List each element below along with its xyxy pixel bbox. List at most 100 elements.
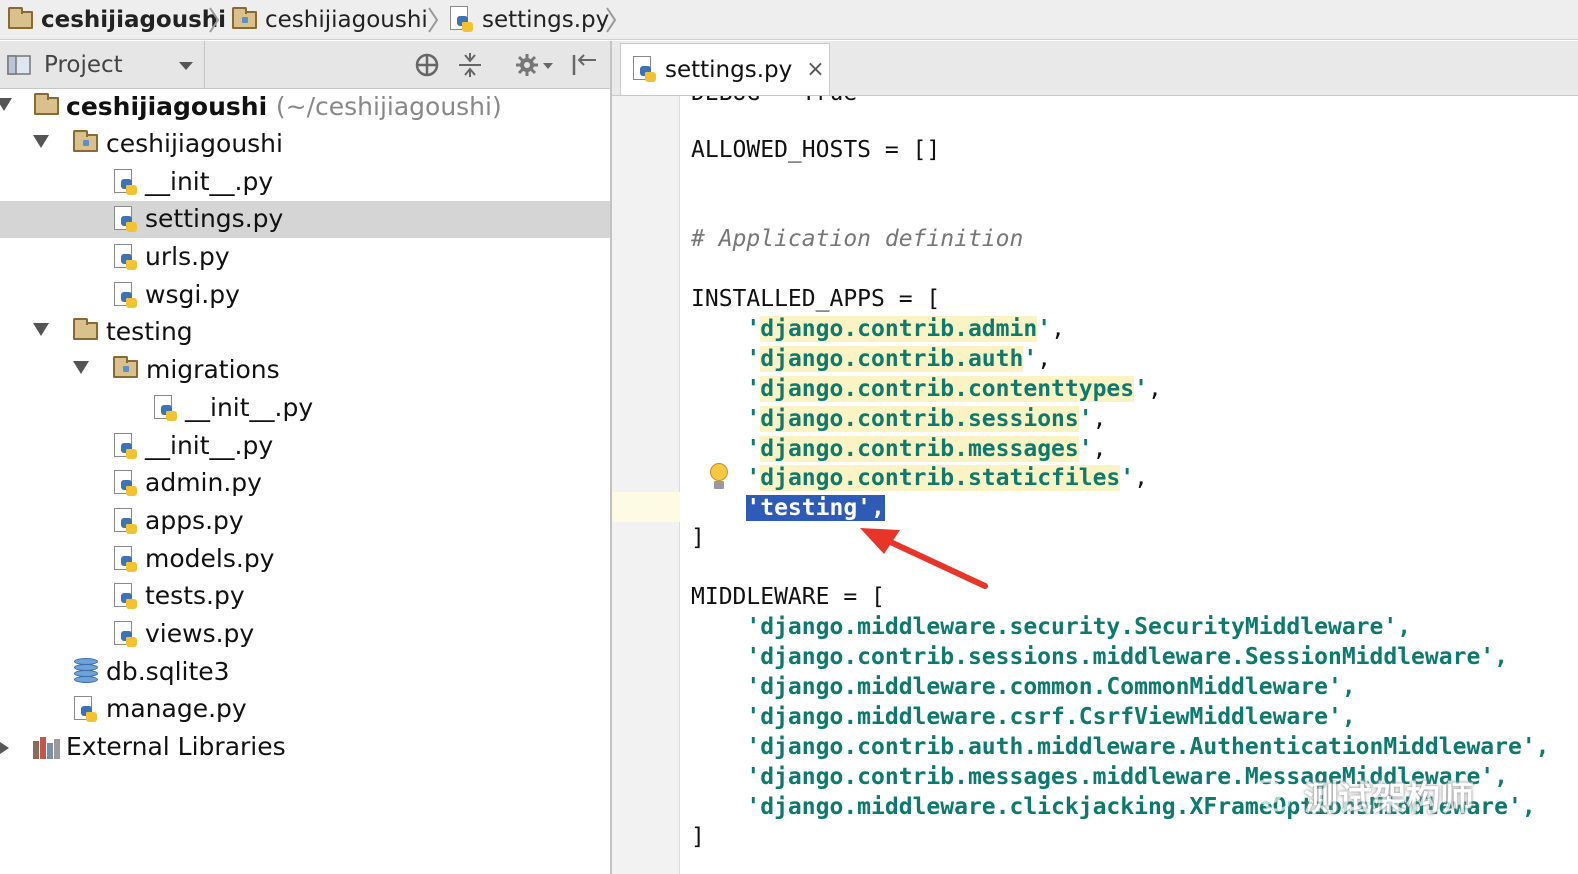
tree-item-file[interactable]: tests.py bbox=[0, 578, 610, 615]
code-line: 'django.contrib.contenttypes', bbox=[746, 376, 1162, 402]
code-line: INSTALLED_APPS = [ bbox=[691, 286, 941, 312]
breadcrumb-item-package[interactable]: ceshijiagoushi bbox=[232, 0, 428, 40]
folder-icon bbox=[34, 93, 59, 115]
close-icon[interactable]: × bbox=[806, 57, 824, 82]
watermark-text: 测试架构师 bbox=[1304, 778, 1474, 819]
expand-arrow-icon[interactable] bbox=[33, 135, 49, 148]
code-line: 'django.middleware.common.CommonMiddlewa… bbox=[746, 674, 1356, 700]
tree-root-label: ceshijiagoushi (~/ceshijiagoushi) bbox=[66, 92, 502, 121]
project-tree: ceshijiagoushi (~/ceshijiagoushi) ceshij… bbox=[0, 89, 610, 874]
tree-item-file[interactable]: __init__.py bbox=[0, 390, 610, 427]
tree-item-file[interactable]: apps.py bbox=[0, 503, 610, 540]
breadcrumb-item-file[interactable]: settings.py bbox=[450, 0, 609, 40]
tree-item-label: urls.py bbox=[145, 242, 230, 271]
code-line: 'django.contrib.auth.middleware.Authenti… bbox=[746, 734, 1550, 760]
python-file-icon bbox=[114, 583, 138, 611]
code-line: ALLOWED_HOSTS = [] bbox=[691, 137, 941, 163]
python-file-icon bbox=[114, 206, 138, 234]
tree-item-label: ceshijiagoushi bbox=[106, 129, 283, 158]
libraries-icon bbox=[33, 737, 61, 759]
tree-item-file[interactable]: manage.py bbox=[0, 691, 610, 728]
tab-label: settings.py bbox=[665, 56, 793, 83]
tree-item-label: settings.py bbox=[145, 204, 284, 233]
wechat-logo-icon bbox=[1251, 779, 1291, 812]
tree-item-label: apps.py bbox=[145, 506, 244, 535]
tree-item-label: tests.py bbox=[145, 581, 245, 610]
code-line: ] bbox=[691, 824, 705, 850]
tree-item-label: External Libraries bbox=[66, 732, 286, 761]
tree-item-label: __init__.py bbox=[145, 431, 274, 460]
tree-item-file[interactable]: wsgi.py bbox=[0, 277, 610, 314]
code-line: 'django.contrib.auth', bbox=[746, 346, 1052, 372]
python-file-icon bbox=[114, 433, 138, 461]
code-line: 'django.middleware.security.SecurityMidd… bbox=[746, 614, 1412, 640]
tree-item-file[interactable]: views.py bbox=[0, 616, 610, 653]
tree-item-label: testing bbox=[106, 317, 193, 346]
hide-panel-icon[interactable] bbox=[570, 51, 598, 79]
tree-item-label: wsgi.py bbox=[145, 280, 240, 309]
python-file-icon bbox=[74, 696, 98, 724]
tree-item-file[interactable]: __init__.py bbox=[0, 164, 610, 201]
tree-item-folder[interactable]: migrations bbox=[0, 352, 610, 389]
package-folder-icon bbox=[73, 130, 98, 152]
code-line: DEBUG = True bbox=[691, 96, 857, 108]
tree-item-file[interactable]: __init__.py bbox=[0, 428, 610, 465]
code-line: 'django.middleware.csrf.CsrfViewMiddlewa… bbox=[746, 704, 1356, 730]
editor-gutter bbox=[612, 96, 680, 874]
gear-icon[interactable] bbox=[513, 51, 557, 79]
tree-item-label: manage.py bbox=[106, 694, 247, 723]
tree-item-label: db.sqlite3 bbox=[106, 657, 230, 686]
python-file-icon bbox=[154, 395, 178, 423]
collapse-all-icon[interactable] bbox=[456, 51, 484, 79]
tab-settings-py[interactable]: settings.py × bbox=[620, 43, 830, 95]
tree-item-folder[interactable]: ceshijiagoushi bbox=[0, 126, 610, 163]
folder-icon bbox=[73, 318, 98, 340]
chevron-right-icon bbox=[606, 7, 617, 33]
code-line: 'django.contrib.messages', bbox=[746, 436, 1107, 462]
tree-item-file[interactable]: admin.py bbox=[0, 465, 610, 502]
expand-arrow-icon[interactable] bbox=[0, 740, 9, 756]
expand-arrow-icon[interactable] bbox=[73, 361, 89, 374]
package-folder-icon bbox=[113, 356, 138, 378]
code-editor[interactable]: DEBUG = True ALLOWED_HOSTS = [] # Applic… bbox=[680, 96, 1578, 874]
python-file-icon bbox=[114, 546, 138, 574]
tree-root-path: (~/ceshijiagoushi) bbox=[275, 92, 502, 121]
tree-item-label: __init__.py bbox=[145, 167, 274, 196]
tree-item-label: migrations bbox=[146, 355, 280, 384]
tree-item-label: __init__.py bbox=[185, 393, 314, 422]
code-line: 'django.contrib.staticfiles', bbox=[746, 465, 1148, 491]
tree-item-file[interactable]: urls.py bbox=[0, 239, 610, 276]
locate-icon[interactable] bbox=[413, 51, 441, 79]
chevron-right-icon bbox=[209, 7, 220, 33]
code-line-selected: 'testing', bbox=[691, 493, 885, 523]
tree-item-file[interactable]: db.sqlite3 bbox=[0, 654, 610, 691]
code-line: 'django.contrib.sessions', bbox=[746, 406, 1107, 432]
project-panel-toolbar: Project bbox=[0, 41, 610, 89]
expand-arrow-icon[interactable] bbox=[0, 98, 12, 111]
code-line: 'django.contrib.sessions.middleware.Sess… bbox=[746, 644, 1508, 670]
tree-item-label: admin.py bbox=[145, 468, 262, 497]
python-file-icon bbox=[114, 169, 138, 197]
chevron-right-icon bbox=[428, 7, 439, 33]
project-view-selector[interactable]: Project bbox=[0, 41, 205, 88]
expand-arrow-icon[interactable] bbox=[33, 323, 49, 336]
code-line: 'django.contrib.admin', bbox=[746, 316, 1065, 342]
python-file-icon bbox=[114, 244, 138, 272]
python-file-icon bbox=[114, 508, 138, 536]
lightbulb-icon[interactable] bbox=[708, 462, 730, 492]
tree-item-external-libraries[interactable]: External Libraries bbox=[0, 729, 610, 766]
tree-item-root[interactable]: ceshijiagoushi (~/ceshijiagoushi) bbox=[0, 89, 610, 126]
tree-item-label: views.py bbox=[145, 619, 255, 648]
breadcrumb-item-project[interactable]: ceshijiagoushi bbox=[8, 0, 226, 40]
tree-item-folder[interactable]: testing bbox=[0, 314, 610, 351]
code-comment: # Application definition bbox=[691, 226, 1024, 252]
watermark: 测试架构师 bbox=[1250, 770, 1474, 820]
python-file-icon bbox=[114, 282, 138, 310]
tree-item-file-selected[interactable]: settings.py bbox=[0, 201, 610, 238]
database-icon bbox=[73, 658, 99, 686]
python-file-icon bbox=[633, 55, 657, 84]
code-line: ] bbox=[691, 525, 705, 551]
tree-item-file[interactable]: models.py bbox=[0, 541, 610, 578]
project-view-icon bbox=[7, 54, 31, 75]
editor-tab-bar: settings.py × bbox=[612, 41, 1578, 96]
